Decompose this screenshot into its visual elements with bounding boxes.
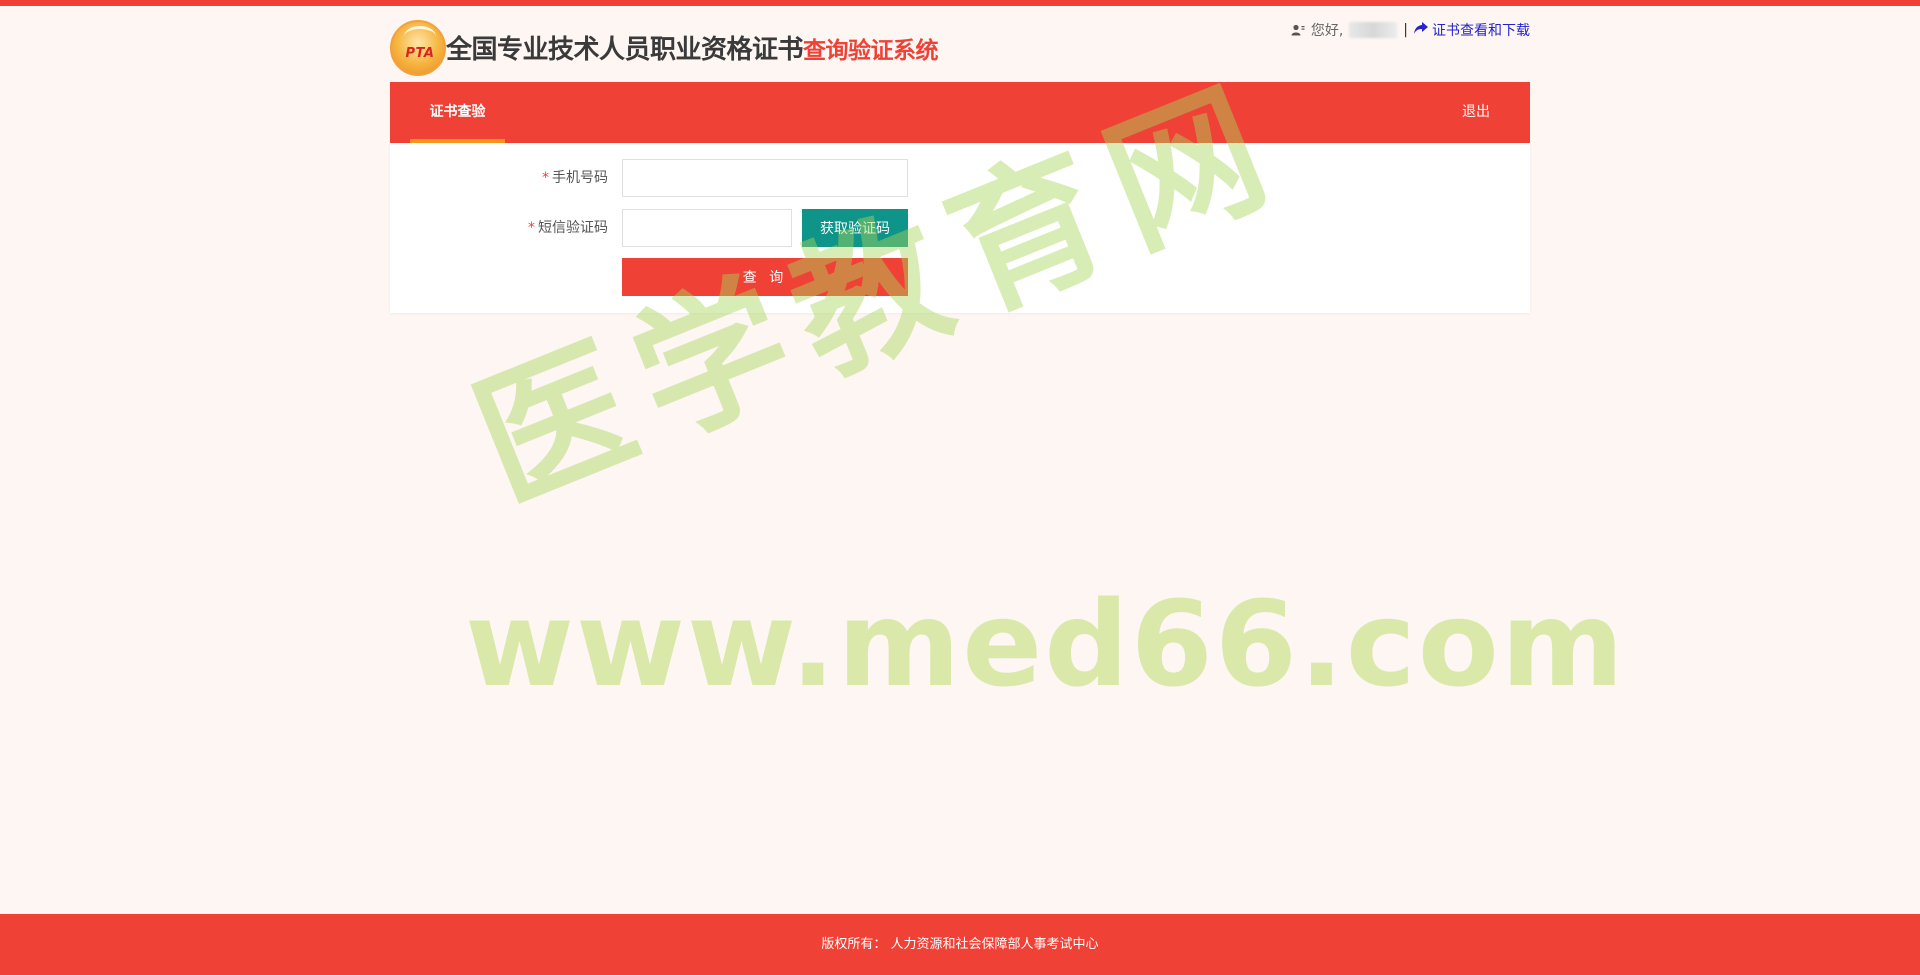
user-icon [1291, 24, 1305, 36]
cert-link-label: 证书查看和下载 [1432, 23, 1530, 39]
page: PTA 全国专业技术人员职业资格证书查询验证系统 您好, | 证书查看和下载 证… [0, 0, 1920, 975]
pta-logo: PTA [390, 20, 446, 76]
cert-view-download-link[interactable]: 证书查看和下载 [1414, 20, 1530, 40]
user-area: 您好, | 证书查看和下载 [1291, 20, 1530, 40]
site-title: 全国专业技术人员职业资格证书查询验证系统 [446, 33, 939, 68]
footer: 版权所有： 人力资源和社会保障部人事考试中心 [0, 914, 1920, 975]
share-arrow-icon [1414, 21, 1428, 39]
logo-arc [404, 26, 436, 47]
logo-text: PTA [405, 46, 435, 61]
sms-code-label-text: 短信验证码 [538, 220, 608, 236]
footer-copyright: 版权所有： 人力资源和社会保障部人事考试中心 [821, 937, 1099, 952]
get-code-button[interactable]: 获取验证码 [802, 209, 908, 247]
sms-code-input[interactable] [622, 209, 792, 247]
user-name-redacted [1349, 22, 1398, 38]
phone-label: * 手机号码 [542, 159, 608, 197]
sms-code-required-mark: * [528, 220, 535, 236]
phone-row: * 手机号码 [390, 159, 1530, 197]
header-separator: | [1403, 22, 1408, 38]
query-button[interactable]: 查 询 [622, 258, 908, 296]
phone-label-text: 手机号码 [552, 170, 608, 186]
main-nav: 证书查验 退出 [390, 82, 1530, 143]
sms-code-label: * 短信验证码 [528, 209, 608, 247]
phone-required-mark: * [542, 170, 549, 186]
site-title-main: 全国专业技术人员职业资格证书 [446, 35, 804, 65]
tab-cert-verify[interactable]: 证书查验 [410, 82, 505, 143]
logout-link[interactable]: 退出 [1462, 82, 1490, 143]
watermark-url: www.med66.com [465, 575, 1626, 713]
query-panel: * 手机号码 * 短信验证码 获取验证码 查 询 [390, 143, 1530, 313]
header: PTA 全国专业技术人员职业资格证书查询验证系统 您好, | 证书查看和下载 [390, 6, 1530, 82]
site-title-accent: 查询验证系统 [803, 38, 939, 64]
greeting-text: 您好, [1310, 23, 1344, 39]
sms-code-row: * 短信验证码 获取验证码 [390, 209, 1530, 247]
phone-input[interactable] [622, 159, 908, 197]
